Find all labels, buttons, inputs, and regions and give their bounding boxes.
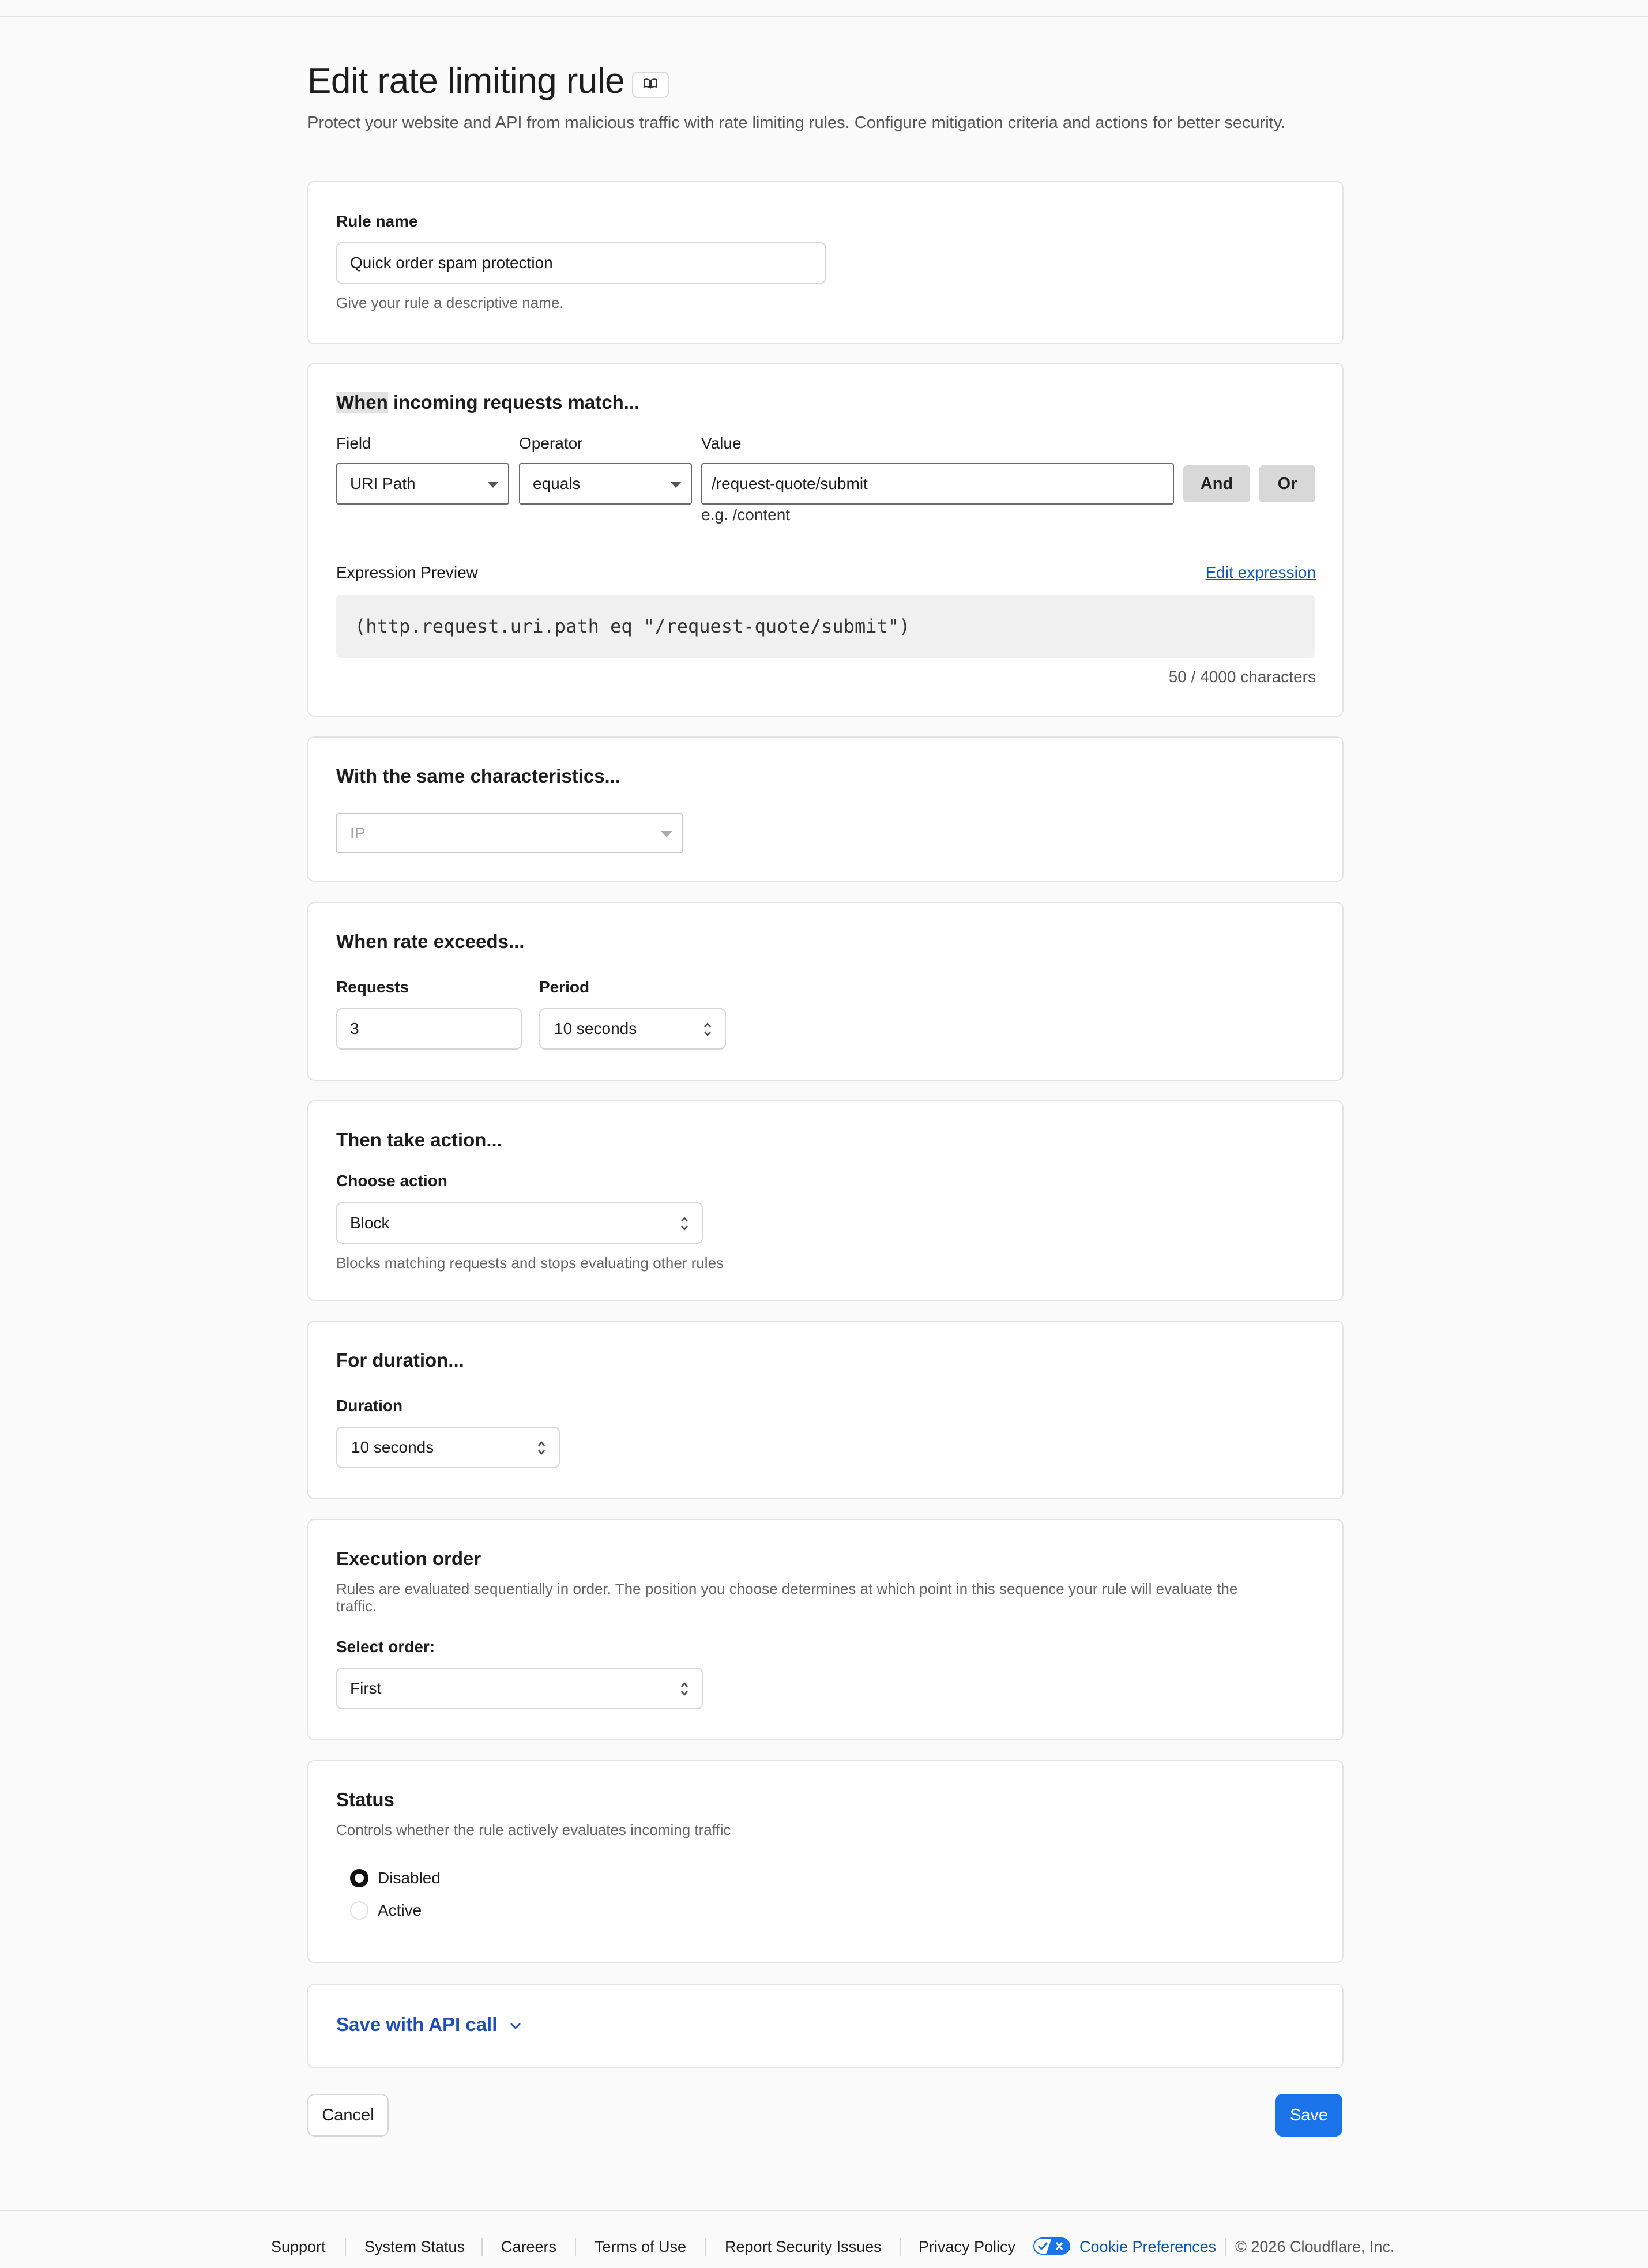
characteristics-title: With the same characteristics... <box>336 765 621 787</box>
order-select-value: First <box>350 1679 382 1697</box>
characteristics-card: With the same characteristics... IP <box>307 736 1344 882</box>
characteristics-select: IP <box>336 813 683 853</box>
action-title: Then take action... <box>336 1129 502 1150</box>
footer-link-report-security[interactable]: Report Security Issues <box>725 2238 882 2256</box>
updown-chevron-icon <box>538 1441 545 1455</box>
footer-copyright: © 2026 Cloudflare, Inc. <box>1235 2238 1395 2255</box>
expression-preview: (http.request.uri.path eq "/request-quot… <box>336 595 1315 658</box>
status-card: Status Controls whether the rule activel… <box>307 1760 1344 1963</box>
radio-active-label[interactable]: Active <box>378 1901 422 1920</box>
status-desc: Controls whether the rule actively evalu… <box>336 1821 731 1838</box>
save-with-api-call-toggle[interactable]: Save with API call <box>336 2014 522 2036</box>
duration-select[interactable]: 10 seconds <box>336 1427 560 1468</box>
match-title: When incoming requests match... <box>336 392 639 413</box>
updown-chevron-icon <box>704 1022 711 1036</box>
docs-button[interactable] <box>632 72 669 98</box>
page-title: Edit rate limiting rule <box>307 61 625 101</box>
period-select[interactable]: 10 seconds <box>539 1008 726 1050</box>
action-select-value: Block <box>350 1214 390 1232</box>
chevron-down-icon <box>510 2023 521 2030</box>
duration-card: For duration... Duration 10 seconds <box>307 1321 1344 1499</box>
requests-label: Requests <box>336 978 409 996</box>
api-call-card: Save with API call <box>307 1984 1344 2068</box>
order-label: Select order: <box>336 1638 435 1656</box>
action-help: Blocks matching requests and stops evalu… <box>336 1254 724 1272</box>
execution-order-title: Execution order <box>336 1548 481 1569</box>
action-label: Choose action <box>336 1172 447 1190</box>
execution-order-desc-2: traffic. <box>336 1597 377 1615</box>
footer-divider <box>1225 2238 1226 2256</box>
dropdown-caret-icon <box>661 831 672 837</box>
rate-title: When rate exceeds... <box>336 931 525 952</box>
radio-active[interactable] <box>350 1901 368 1920</box>
privacy-choices-icon <box>1033 2237 1070 2255</box>
match-title-rest: incoming requests match... <box>387 392 640 413</box>
updown-chevron-icon <box>681 1682 688 1696</box>
dropdown-caret-icon <box>487 482 499 488</box>
execution-order-card: Execution order Rules are evaluated sequ… <box>307 1519 1344 1740</box>
cancel-button[interactable]: Cancel <box>307 2094 389 2137</box>
rule-name-card: Rule name Quick order spam protection Gi… <box>307 181 1344 344</box>
action-card: Then take action... Choose action Block … <box>307 1100 1344 1301</box>
period-label: Period <box>539 978 590 996</box>
or-button[interactable]: Or <box>1259 465 1315 502</box>
operator-label: Operator <box>519 434 583 452</box>
rule-name-label: Rule name <box>336 212 418 230</box>
edit-expression-link[interactable]: Edit expression <box>1206 563 1316 582</box>
match-card: When incoming requests match... Field Op… <box>307 363 1344 717</box>
operator-select-value: equals <box>533 475 581 492</box>
duration-title: For duration... <box>336 1349 464 1371</box>
rate-card: When rate exceeds... Requests Period 3 1… <box>307 902 1344 1081</box>
expression-preview-label: Expression Preview <box>336 563 478 581</box>
page-subtitle: Protect your website and API from malici… <box>307 114 1286 132</box>
value-input[interactable]: /request-quote/submit <box>701 463 1174 505</box>
value-label: Value <box>701 434 742 452</box>
footer-divider <box>900 2238 901 2256</box>
footer-cookie-preferences[interactable]: Cookie Preferences <box>1079 2238 1216 2256</box>
match-title-highlight: When <box>336 392 388 413</box>
footer: Support System Status Careers Terms of U… <box>0 2210 1648 2268</box>
updown-chevron-icon <box>681 1217 688 1231</box>
char-count: 50 / 4000 characters <box>1168 668 1316 686</box>
characteristics-placeholder: IP <box>350 824 366 842</box>
and-button[interactable]: And <box>1183 465 1250 502</box>
duration-label: Duration <box>336 1397 403 1415</box>
book-icon <box>644 78 657 89</box>
status-title: Status <box>336 1789 394 1810</box>
value-hint: e.g. /content <box>701 506 791 524</box>
radio-disabled[interactable] <box>350 1869 368 1887</box>
footer-link-privacy[interactable]: Privacy Policy <box>919 2238 1015 2256</box>
field-select-value: URI Path <box>350 475 416 492</box>
rule-name-help: Give your rule a descriptive name. <box>336 294 564 311</box>
field-label: Field <box>336 434 371 452</box>
requests-input[interactable]: 3 <box>336 1008 522 1050</box>
footer-divider <box>575 2238 576 2256</box>
footer-link-system-status[interactable]: System Status <box>364 2238 465 2256</box>
order-select[interactable]: First <box>336 1668 703 1709</box>
field-select[interactable]: URI Path <box>336 463 509 505</box>
execution-order-desc-1: Rules are evaluated sequentially in orde… <box>336 1580 1238 1597</box>
footer-link-terms[interactable]: Terms of Use <box>595 2238 686 2256</box>
operator-select[interactable]: equals <box>519 463 692 505</box>
duration-select-value: 10 seconds <box>351 1438 434 1456</box>
radio-disabled-label[interactable]: Disabled <box>378 1869 441 1887</box>
save-button[interactable]: Save <box>1275 2094 1342 2137</box>
save-with-api-call-label: Save with API call <box>336 2014 498 2035</box>
period-select-value: 10 seconds <box>554 1020 637 1037</box>
rule-name-input[interactable]: Quick order spam protection <box>336 242 826 284</box>
footer-divider <box>705 2238 706 2256</box>
action-select[interactable]: Block <box>336 1202 703 1244</box>
footer-divider <box>481 2238 483 2256</box>
dropdown-caret-icon <box>670 482 682 488</box>
footer-divider <box>345 2238 346 2256</box>
footer-link-careers[interactable]: Careers <box>501 2238 556 2256</box>
footer-link-support[interactable]: Support <box>271 2238 326 2256</box>
top-divider <box>0 0 1648 17</box>
